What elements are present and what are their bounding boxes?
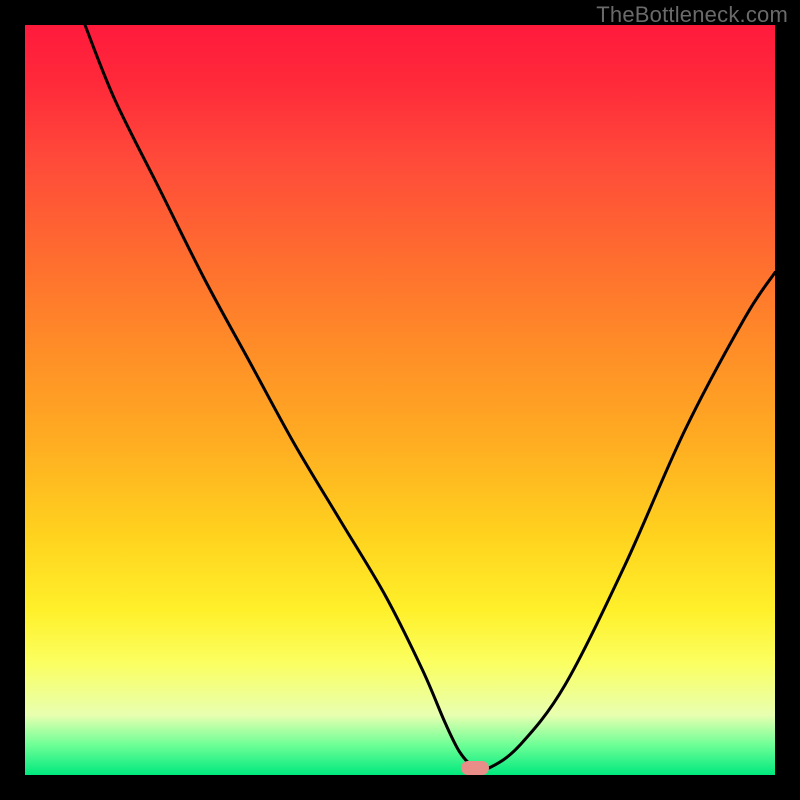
watermark-text: TheBottleneck.com bbox=[596, 2, 788, 28]
plot-background-gradient bbox=[25, 25, 775, 775]
chart-container: TheBottleneck.com bbox=[0, 0, 800, 800]
min-marker bbox=[461, 761, 489, 775]
